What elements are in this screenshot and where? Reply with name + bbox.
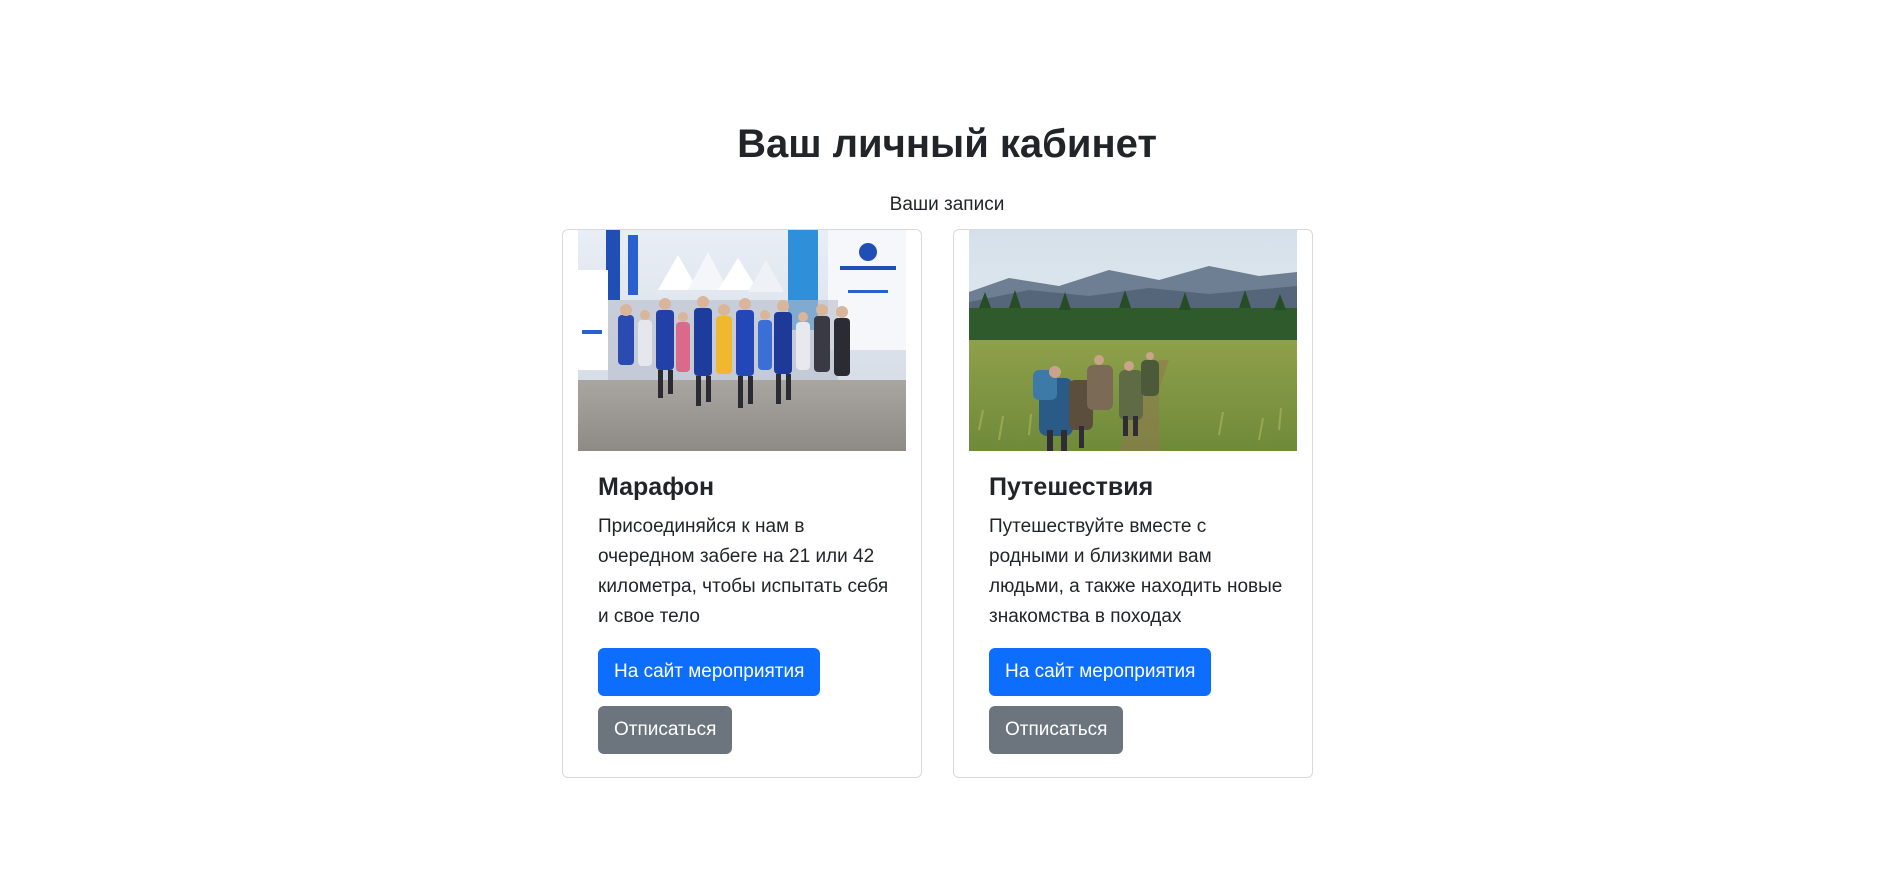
unsubscribe-button[interactable]: Отписаться [989,706,1124,754]
card-title: Путешествия [989,473,1154,501]
page: Ваш личный кабинет Ваши записи Марафон П… [0,0,1894,894]
card-body: Путешествия Путешествуйте вместе с родны… [989,472,1289,754]
card-description: Присоединяйся к нам в очередном забеге н… [598,516,889,627]
marathon-image [578,230,906,451]
event-card-marathon: Марафон Присоединяйся к нам в очередном … [562,229,922,778]
hiking-image [969,230,1297,451]
card-body: Марафон Присоединяйся к нам в очередном … [598,472,898,754]
event-card-travel: Путешествия Путешествуйте вместе с родны… [953,229,1313,778]
unsubscribe-button[interactable]: Отписаться [598,706,733,754]
event-site-button[interactable]: На сайт мероприятия [598,648,821,696]
page-title: Ваш личный кабинет [737,122,1157,166]
page-subtitle: Ваши записи [889,194,1005,215]
card-title: Марафон [598,473,715,501]
event-site-button[interactable]: На сайт мероприятия [989,648,1212,696]
card-description: Путешествуйте вместе с родными и близким… [989,516,1283,627]
